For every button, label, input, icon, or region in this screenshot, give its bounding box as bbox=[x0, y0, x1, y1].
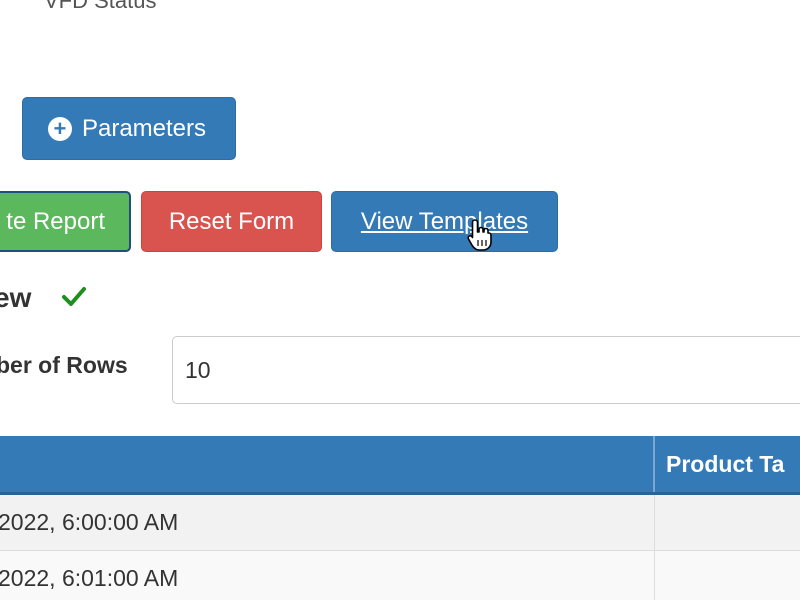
cell-divider bbox=[654, 495, 655, 550]
report-page: VFD Status + Parameters te Report Reset … bbox=[0, 0, 800, 600]
view-templates-label: View Templates bbox=[360, 207, 529, 235]
generate-report-button[interactable]: te Report bbox=[0, 191, 131, 252]
vfd-status-label: VFD Status bbox=[44, 0, 157, 13]
view-templates-button[interactable]: View Templates bbox=[331, 191, 558, 252]
table-header: Product Ta bbox=[0, 436, 800, 495]
cell-divider bbox=[654, 551, 655, 600]
number-of-rows-input[interactable] bbox=[172, 336, 800, 404]
checkmark-icon bbox=[62, 287, 86, 306]
table-row: 2022, 6:01:00 AM bbox=[0, 551, 800, 600]
reset-form-button[interactable]: Reset Form bbox=[141, 191, 322, 252]
table-row: 2022, 6:00:00 AM bbox=[0, 495, 800, 551]
timestamp-cell: 2022, 6:00:00 AM bbox=[0, 509, 179, 535]
generate-report-label: te Report bbox=[6, 207, 105, 235]
plus-circle-icon: + bbox=[47, 116, 72, 141]
parameters-button-label: Parameters bbox=[81, 114, 207, 142]
number-of-rows-label: ber of Rows bbox=[0, 352, 128, 378]
parameters-button[interactable]: + Parameters bbox=[22, 97, 236, 160]
preview-title: ew bbox=[0, 282, 32, 313]
preview-table: Product Ta 2022, 6:00:00 AM 2022, 6:01:0… bbox=[0, 436, 800, 600]
column-header-product-tag[interactable]: Product Ta bbox=[666, 451, 784, 478]
timestamp-cell: 2022, 6:01:00 AM bbox=[0, 565, 179, 591]
header-divider bbox=[653, 436, 655, 492]
reset-form-label: Reset Form bbox=[168, 207, 295, 235]
